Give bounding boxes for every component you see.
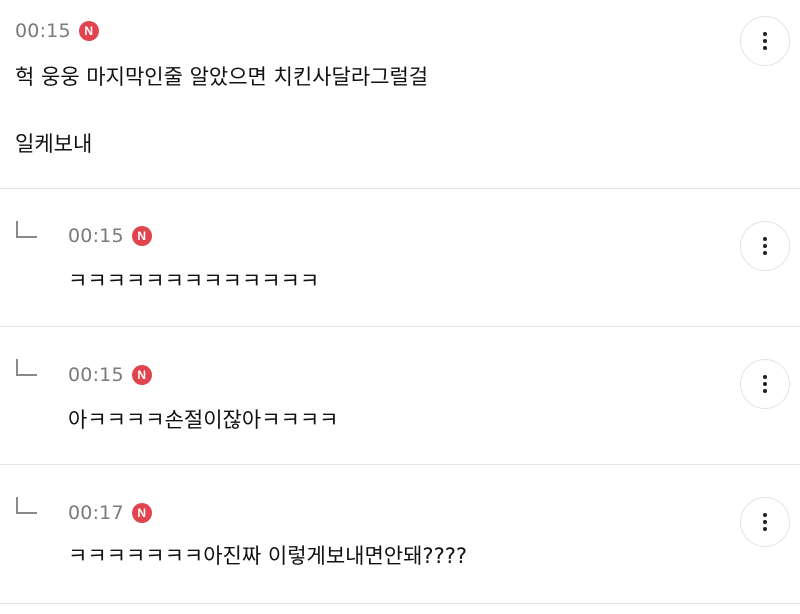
new-badge-icon: N <box>131 503 152 523</box>
new-badge-icon: N <box>131 226 152 246</box>
more-vertical-icon <box>763 375 767 379</box>
more-options-button[interactable] <box>740 16 790 66</box>
comment-text: ㅋㅋㅋㅋㅋㅋㅋㅋㅋㅋㅋㅋㅋ <box>68 269 320 293</box>
divider <box>0 603 800 604</box>
comment-text: 아ㅋㅋㅋㅋ손절이잖아ㅋㅋㅋㅋ <box>68 408 339 432</box>
new-badge-icon: N <box>78 21 99 41</box>
comment-text: 헉 웅웅 마지막인줄 알았으면 치킨사달라그럴걸 <box>15 65 429 89</box>
comment-time: 00:15 <box>68 225 124 247</box>
reply-arrow-icon <box>16 359 37 376</box>
comment-time: 00:15 <box>68 364 124 386</box>
more-vertical-icon <box>763 513 767 517</box>
comment-text: ㅋㅋㅋㅋㅋㅋㅋ아진짜 이렇게보내면안돼???? <box>68 544 468 568</box>
reply-arrow-icon <box>16 497 37 514</box>
comment-time: 00:17 <box>68 502 124 524</box>
reply-item: 00:15 N 아ㅋㅋㅋㅋ손절이잖아ㅋㅋㅋㅋ <box>0 327 800 464</box>
comment-meta: 00:15 N <box>15 20 99 42</box>
comment-text: 일케보내 <box>15 132 93 156</box>
reply-item: 00:17 N ㅋㅋㅋㅋㅋㅋㅋ아진짜 이렇게보내면안돼???? <box>0 465 800 602</box>
reply-item: 00:15 N ㅋㅋㅋㅋㅋㅋㅋㅋㅋㅋㅋㅋㅋ <box>0 189 800 326</box>
comment-meta: 00:15 N <box>68 364 152 386</box>
more-vertical-icon <box>763 237 767 241</box>
reply-arrow-icon <box>16 221 37 238</box>
more-options-button[interactable] <box>740 221 790 271</box>
more-options-button[interactable] <box>740 359 790 409</box>
comment-time: 00:15 <box>15 20 71 42</box>
comment-meta: 00:15 N <box>68 225 152 247</box>
more-vertical-icon <box>763 32 767 36</box>
more-options-button[interactable] <box>740 497 790 547</box>
new-badge-icon: N <box>131 365 152 385</box>
comment-meta: 00:17 N <box>68 502 152 524</box>
comment-item: 00:15 N 헉 웅웅 마지막인줄 알았으면 치킨사달라그럴걸 일케보내 <box>0 0 800 188</box>
